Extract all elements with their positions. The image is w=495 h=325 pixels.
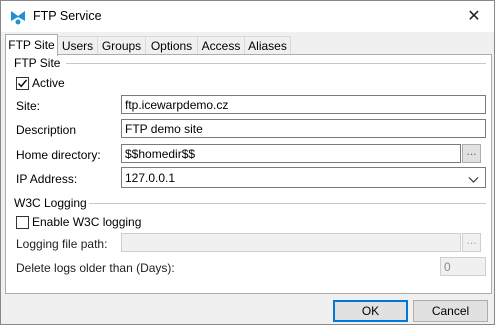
active-label: Active: [32, 76, 65, 90]
site-input[interactable]: ftp.icewarpdemo.cz: [121, 95, 486, 114]
logging-file-path-input[interactable]: [121, 233, 461, 252]
site-label: Site:: [16, 99, 41, 113]
w3c-group-title: W3C Logging: [12, 196, 89, 210]
enable-w3c-logging-checkbox[interactable]: [16, 216, 29, 229]
logging-file-path-browse-button[interactable]: ...: [462, 233, 481, 252]
home-directory-label: Home directory:: [16, 148, 101, 162]
tab-groups[interactable]: Groups: [97, 36, 146, 55]
ok-button[interactable]: OK: [333, 300, 408, 322]
ip-address-label: IP Address:: [16, 172, 78, 186]
w3c-group-divider: [88, 203, 486, 204]
home-directory-input[interactable]: $$homedir$$: [121, 144, 461, 163]
ip-address-select[interactable]: 127.0.0.1: [121, 167, 486, 188]
home-directory-browse-button[interactable]: ...: [462, 144, 481, 163]
ftp-site-group-divider: [66, 63, 486, 64]
chevron-down-icon: [468, 171, 479, 192]
description-label: Description: [16, 123, 77, 137]
tab-ftp-site[interactable]: FTP Site: [5, 34, 58, 56]
ftp-service-dialog: FTP Service ✕ FTP Site Users Groups Opti…: [0, 0, 495, 325]
tab-aliases[interactable]: Aliases: [244, 36, 291, 55]
tab-options[interactable]: Options: [145, 36, 198, 55]
delete-logs-label: Delete logs older than (Days):: [16, 261, 175, 275]
cancel-button[interactable]: Cancel: [413, 300, 488, 322]
checkmark-icon: [17, 79, 28, 88]
ftp-site-panel: FTP Site Active Site: ftp.icewarpdemo.cz…: [5, 54, 492, 294]
enable-w3c-logging-label: Enable W3C logging: [32, 215, 142, 229]
window-title: FTP Service: [33, 9, 102, 23]
tab-access[interactable]: Access: [197, 36, 245, 55]
active-checkbox[interactable]: [16, 77, 29, 90]
ftp-site-group-title: FTP Site: [12, 56, 63, 70]
delete-logs-days-input[interactable]: 0: [440, 257, 486, 276]
ip-address-value: 127.0.0.1: [125, 171, 176, 185]
close-icon[interactable]: ✕: [463, 6, 485, 28]
tab-users[interactable]: Users: [57, 36, 98, 55]
title-bar: FTP Service ✕: [1, 1, 494, 32]
ftp-service-app-icon: [9, 8, 27, 26]
logging-file-path-label: Logging file path:: [16, 237, 108, 251]
description-input[interactable]: FTP demo site: [121, 119, 486, 138]
